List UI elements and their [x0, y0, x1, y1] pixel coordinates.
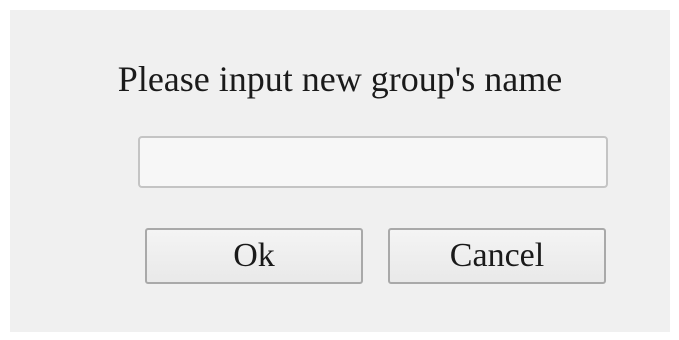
new-group-dialog: Please input new group's name Ok Cancel [10, 10, 670, 332]
cancel-button[interactable]: Cancel [388, 228, 606, 284]
group-name-input[interactable] [138, 136, 608, 188]
ok-button[interactable]: Ok [145, 228, 363, 284]
prompt-label: Please input new group's name [117, 59, 563, 99]
